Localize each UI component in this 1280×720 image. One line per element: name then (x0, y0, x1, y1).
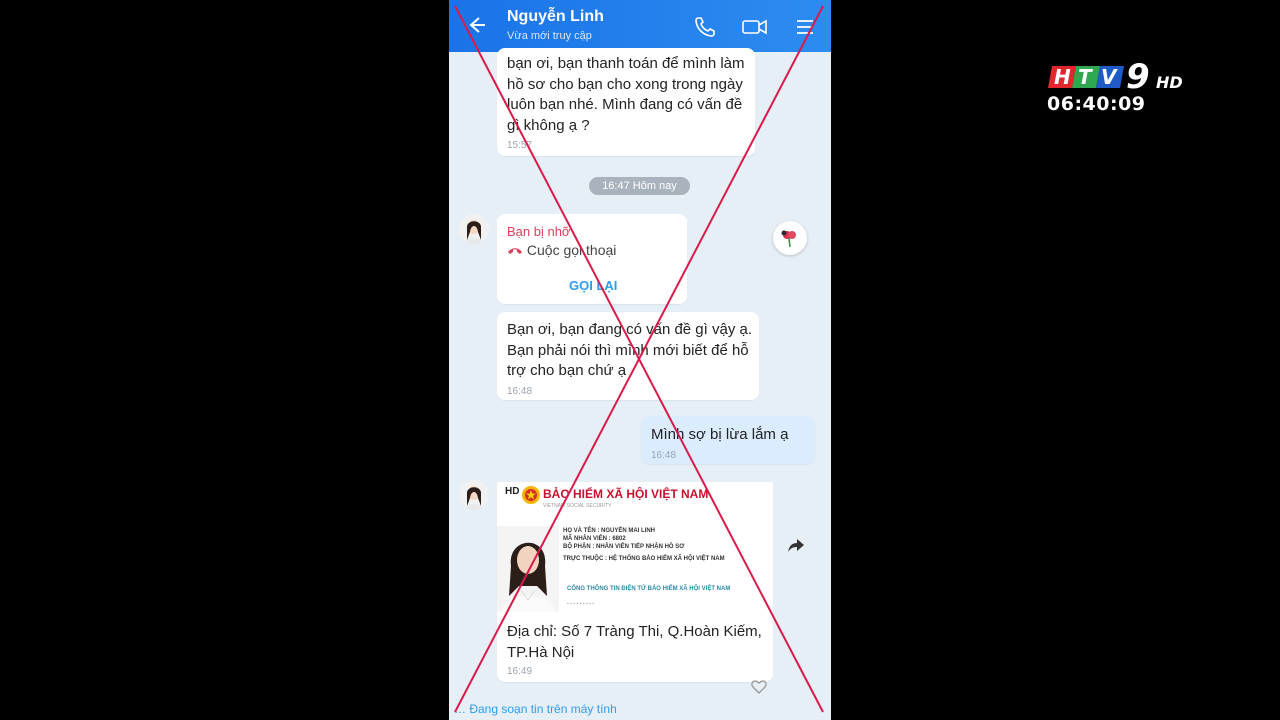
call-desc-text: Cuộc gọi thoại (526, 242, 617, 258)
organization-title: BẢO HIỂM XÃ HỘI VIỆT NAM (543, 487, 709, 501)
missed-call-title: Bạn bị nhỡ (507, 224, 571, 239)
missed-call-desc: Cuộc gọi thoại (507, 242, 616, 258)
phone-call-icon[interactable] (693, 15, 717, 39)
share-icon[interactable] (787, 537, 805, 553)
back-arrow-icon[interactable] (465, 14, 487, 42)
outgoing-message[interactable]: Mình sợ bị lừa lắm ạ 16:48 (641, 416, 815, 464)
organization-subtitle: VIETNAM SOCIAL SECURITY (543, 503, 612, 509)
typing-status: Đang soạn tin trên máy tính (469, 702, 617, 716)
svg-text:H: H (1054, 65, 1071, 89)
incoming-message[interactable]: Bạn ơi, bạn đang có vấn đề gì vậy ạ. Bạn… (497, 312, 759, 400)
video-call-icon[interactable] (741, 15, 767, 39)
bhxh-emblem-icon (522, 486, 540, 504)
contact-name[interactable]: Nguyễn Linh (507, 8, 604, 26)
incoming-message[interactable]: bạn ơi, bạn thanh toán để mình làm hồ sơ… (497, 48, 755, 156)
hd-badge: HD (505, 486, 520, 497)
address-text: Địa chỉ: Số 7 Tràng Thi, Q.Hoàn Kiếm, TP… (507, 623, 762, 661)
employee-id-image[interactable]: HD BẢO HIỂM XÃ HỘI VIỆT NAM VIETNAM SOCI… (497, 482, 773, 612)
menu-icon[interactable] (793, 15, 817, 39)
id-card-message[interactable]: HD BẢO HIỂM XÃ HỘI VIỆT NAM VIETNAM SOCI… (497, 482, 773, 682)
employee-photo (497, 526, 559, 612)
avatar[interactable] (459, 214, 489, 244)
employee-name: HỌ VÀ TÊN : NGUYỄN MAI LINH (563, 528, 656, 534)
employee-department: BỘ PHẬN : NHÂN VIÊN TIẾP NHẬN HỒ SƠ (563, 544, 685, 550)
message-text: Mình sợ bị lừa lắm ạ (651, 426, 789, 443)
svg-text:9: 9 (1126, 58, 1150, 97)
call-back-button[interactable]: GỌI LẠI (569, 278, 617, 293)
message-text: Bạn ơi, bạn đang có vấn đề gì vậy ạ. Bạn… (507, 321, 753, 379)
employee-affiliation: TRỰC THUỘC : HỆ THỐNG BẢO HIỂM XÃ HỘI VI… (563, 556, 725, 562)
message-time: 16:49 (507, 666, 533, 677)
message-time: 15:57 (507, 140, 533, 151)
message-text: bạn ơi, bạn thanh toán để mình làm hồ sơ… (507, 55, 745, 134)
portal-subtitle: ▪ ▪ ▪ ▪ ▪ ▪ ▪ ▪ ▪ (567, 601, 595, 607)
portal-title: CỔNG THÔNG TIN ĐIỆN TỬ BẢO HIỂM XÃ HỘI V… (567, 586, 731, 592)
message-time: 16:48 (507, 386, 533, 397)
broadcast-clock: 06:40:09 (1047, 93, 1146, 115)
svg-text:HD: HD (1156, 73, 1183, 92)
phone-screen: Nguyễn Linh Vừa mới truy cập bạn ơi, bạn… (449, 0, 831, 720)
day-separator: 16:47 Hôm nay (589, 177, 690, 195)
message-time: 16:48 (651, 450, 677, 461)
employee-id: MÃ NHÂN VIÊN : 6802 (563, 536, 626, 542)
avatar[interactable] (459, 480, 489, 510)
heart-icon[interactable] (751, 680, 767, 694)
typing-dots-icon: … (454, 702, 470, 716)
typing-indicator: … Đang soạn tin trên máy tính (454, 702, 617, 716)
chat-header: Nguyễn Linh Vừa mới truy cập (449, 0, 831, 52)
svg-text:V: V (1101, 65, 1118, 89)
missed-call-icon (508, 248, 522, 254)
svg-text:T: T (1078, 65, 1093, 89)
reaction-button[interactable] (773, 221, 807, 255)
htv9-channel-logo: H T V 9 HD (1046, 57, 1196, 98)
contact-status: Vừa mới truy cập (507, 30, 592, 42)
